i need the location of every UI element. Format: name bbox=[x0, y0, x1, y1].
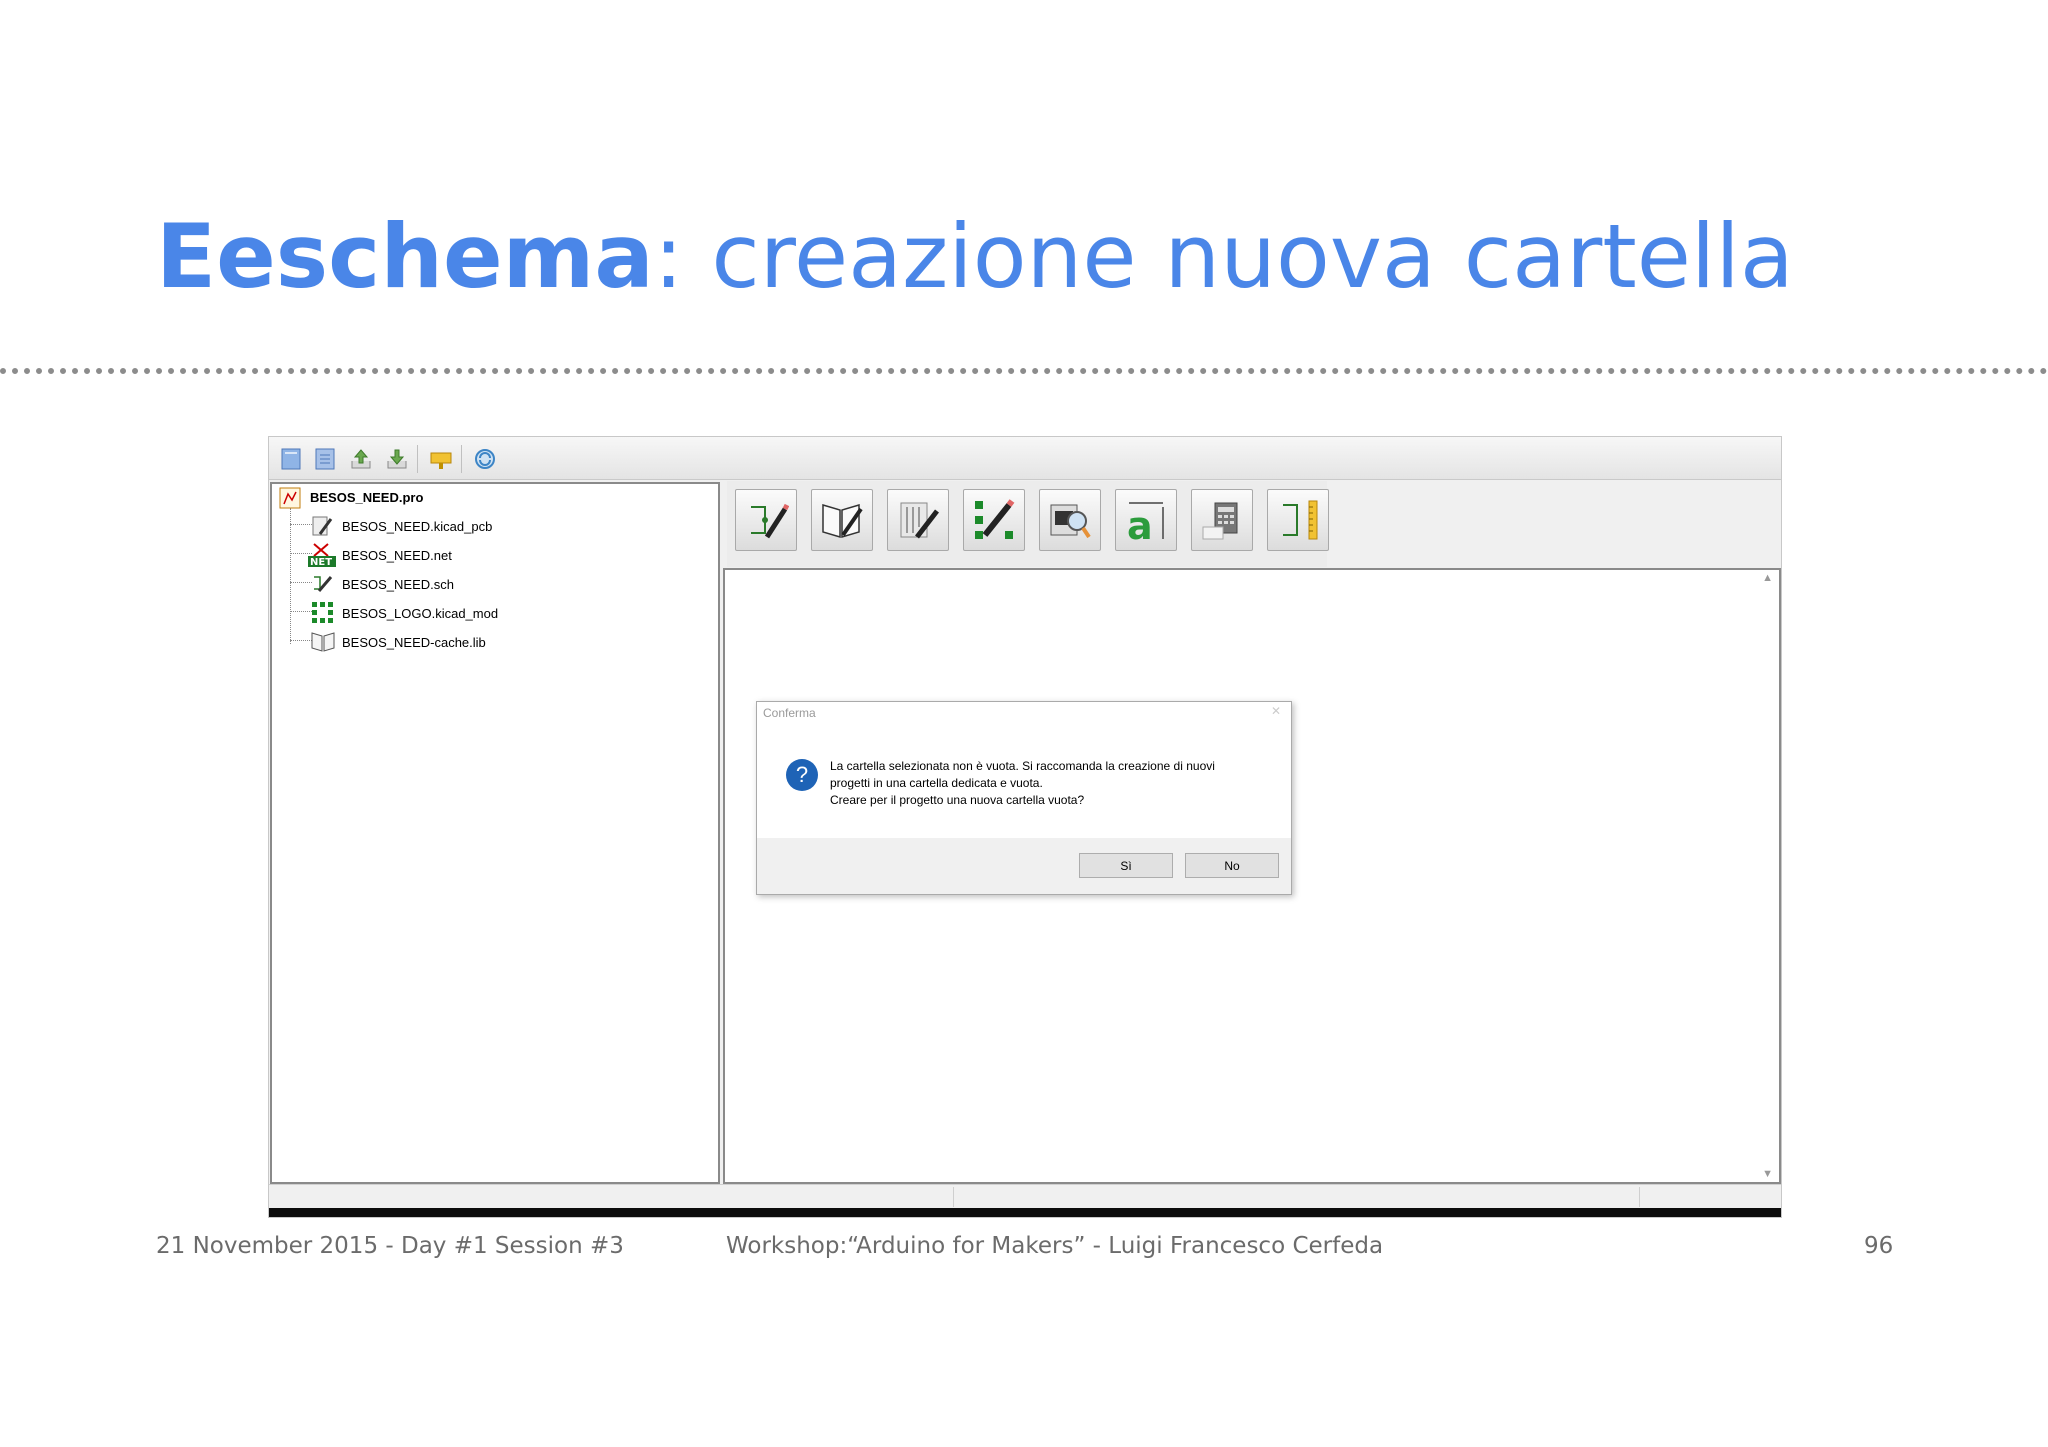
open-project-icon[interactable] bbox=[347, 445, 375, 473]
title-divider bbox=[0, 368, 2048, 374]
tree-connector bbox=[290, 582, 312, 583]
tree-connector bbox=[290, 640, 312, 641]
tree-item-netlist[interactable]: BESOS_NEED.net bbox=[342, 548, 452, 563]
schematic-file-icon bbox=[310, 571, 334, 595]
status-separator bbox=[1639, 1187, 1640, 1207]
slide-title-rest: : creazione nuova cartella bbox=[653, 205, 1794, 308]
svg-text:NET: NET bbox=[310, 557, 332, 568]
slide-title-bold: Eeschema bbox=[156, 205, 654, 308]
tree-item-pcb[interactable]: BESOS_NEED.kicad_pcb bbox=[342, 519, 492, 534]
tree-root-project[interactable]: BESOS_NEED.pro bbox=[310, 490, 423, 505]
project-tree: BESOS_NEED.pro BESOS_NEED.kicad_pcb NET … bbox=[270, 482, 720, 1184]
footprint-file-icon bbox=[310, 600, 334, 624]
tree-connector bbox=[290, 524, 312, 525]
library-editor-icon[interactable] bbox=[811, 489, 873, 551]
footer-date: 21 November 2015 - Day #1 Session #3 bbox=[156, 1233, 624, 1259]
launcher-toolbar: a bbox=[727, 481, 1329, 567]
archive-icon[interactable] bbox=[427, 445, 455, 473]
save-project-icon[interactable] bbox=[383, 445, 411, 473]
refresh-icon[interactable] bbox=[471, 445, 499, 473]
project-file-icon bbox=[278, 486, 302, 510]
status-separator bbox=[953, 1187, 954, 1207]
page-number: 96 bbox=[1864, 1233, 1894, 1259]
question-icon: ? bbox=[786, 759, 818, 791]
netlist-file-icon: NET bbox=[308, 542, 336, 568]
footprint-editor-icon[interactable] bbox=[963, 489, 1025, 551]
tree-connector bbox=[290, 611, 312, 612]
main-toolbar bbox=[269, 437, 1781, 480]
confirm-dialog: Conferma ✕ ? La cartella selezionata non… bbox=[756, 701, 1292, 895]
pcb-file-icon bbox=[310, 514, 334, 538]
status-bar bbox=[269, 1184, 1781, 1209]
slide-title: Eeschema: creazione nuova cartella bbox=[156, 205, 1794, 309]
pcb-calculator-icon[interactable] bbox=[1191, 489, 1253, 551]
close-icon[interactable]: ✕ bbox=[1271, 704, 1281, 718]
tree-item-library[interactable]: BESOS_NEED-cache.lib bbox=[342, 635, 486, 650]
library-file-icon bbox=[310, 629, 335, 653]
dialog-button-bar: Sì No bbox=[757, 838, 1291, 894]
svg-text:a: a bbox=[1127, 504, 1153, 543]
tree-item-schematic[interactable]: BESOS_NEED.sch bbox=[342, 577, 454, 592]
pcbnew-icon[interactable] bbox=[887, 489, 949, 551]
dialog-message: La cartella selezionata non è vuota. Si … bbox=[830, 758, 1270, 809]
dialog-title: Conferma bbox=[763, 706, 816, 720]
tree-item-footprint[interactable]: BESOS_LOGO.kicad_mod bbox=[342, 606, 498, 621]
toolbar-separator bbox=[417, 445, 418, 473]
dialog-message-line: Creare per il progetto una nuova cartell… bbox=[830, 793, 1085, 807]
dialog-message-line: La cartella selezionata non è vuota. Si … bbox=[830, 759, 1215, 773]
bitmap2component-icon[interactable]: a bbox=[1115, 489, 1177, 551]
worksheet-editor-icon[interactable] bbox=[1267, 489, 1329, 551]
yes-button[interactable]: Sì bbox=[1079, 853, 1173, 878]
tree-connector bbox=[290, 508, 291, 644]
dialog-message-line: progetti in una cartella dedicata e vuot… bbox=[830, 776, 1043, 790]
no-button[interactable]: No bbox=[1185, 853, 1279, 878]
toolbar-separator bbox=[461, 445, 462, 473]
footer-workshop: Workshop:“Arduino for Makers” - Luigi Fr… bbox=[726, 1233, 1384, 1259]
taskbar bbox=[269, 1208, 1781, 1217]
gerber-view-icon[interactable] bbox=[1039, 489, 1101, 551]
scroll-down-icon[interactable]: ▼ bbox=[1762, 1168, 1773, 1180]
new-project-from-template-icon[interactable] bbox=[311, 445, 339, 473]
scroll-up-icon[interactable]: ▲ bbox=[1762, 572, 1773, 584]
new-project-icon[interactable] bbox=[277, 445, 305, 473]
eeschema-icon[interactable] bbox=[735, 489, 797, 551]
